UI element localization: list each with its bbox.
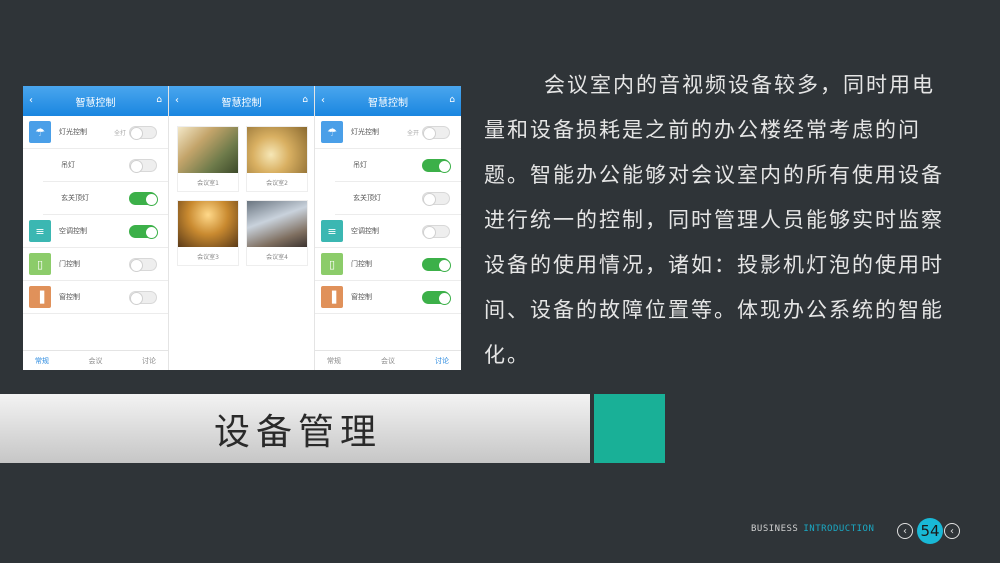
control-tag: 全打 xyxy=(113,129,126,137)
app-screenshots: ‹ 智慧控制 ⌂ ☂ 灯光控制 全打 吊灯 玄关顶灯 ≡ 空调控制 ▯ 门控制 ▐ 窗控制 常规 会议… xyxy=(23,86,461,370)
toggle-switch[interactable] xyxy=(129,257,157,272)
room-grid: 会议室1 会议室2 会议室3 会议室4 xyxy=(169,116,314,266)
door-icon: ▯ xyxy=(321,253,343,275)
control-row: ≡ 空调控制 xyxy=(23,215,168,248)
control-row: 玄关顶灯 xyxy=(335,182,461,215)
toggle-switch[interactable] xyxy=(422,158,451,173)
lamp-icon: ☂ xyxy=(321,121,343,143)
aircon-icon: ≡ xyxy=(29,220,51,242)
control-row: 吊灯 xyxy=(43,149,168,182)
prev-page-icon[interactable]: ‹ xyxy=(897,523,913,539)
description-paragraph: 会议室内的音视频设备较多，同时用电量和设备损耗是之前的办公楼经常考虑的问题。智能… xyxy=(484,73,944,367)
curtain-icon: ▐ xyxy=(321,286,343,308)
control-list: ☂ 灯光控制 全打 吊灯 玄关顶灯 ≡ 空调控制 ▯ 门控制 ▐ 窗控制 xyxy=(23,116,168,314)
tab-item[interactable]: 常规 xyxy=(327,356,341,366)
footer-word-business: BUSINESS xyxy=(751,524,799,534)
toggle-switch[interactable] xyxy=(129,224,158,239)
room-photo xyxy=(178,201,238,247)
home-icon[interactable]: ⌂ xyxy=(156,95,162,105)
room-card[interactable]: 会议室4 xyxy=(246,200,308,266)
accent-block xyxy=(594,394,665,463)
tab-item[interactable]: 常规 xyxy=(35,356,49,366)
room-caption: 会议室1 xyxy=(197,180,219,187)
control-row: ≡ 空调控制 xyxy=(315,215,461,248)
home-icon[interactable]: ⌂ xyxy=(302,95,308,105)
control-row: ☂ 灯光控制 全开 xyxy=(315,116,461,149)
tab-item[interactable]: 讨论 xyxy=(435,356,449,366)
control-row: ▐ 窗控制 xyxy=(315,281,461,314)
home-icon[interactable]: ⌂ xyxy=(449,95,455,105)
aircon-icon: ≡ xyxy=(321,220,343,242)
phone-screen-rooms: ‹ 智慧控制 ⌂ 会议室1 会议室2 会议室3 会议室4 xyxy=(169,86,315,370)
toggle-switch[interactable] xyxy=(422,191,450,206)
phone-header: ‹ 智慧控制 ⌂ xyxy=(23,86,168,116)
bottom-tabs: 常规 会议 讨论 xyxy=(315,350,461,370)
room-photo xyxy=(247,201,307,247)
room-card[interactable]: 会议室2 xyxy=(246,126,308,192)
control-row: 玄关顶灯 xyxy=(43,182,168,215)
phone-screen-controls-2: ‹ 智慧控制 ⌂ ☂ 灯光控制 全开 吊灯 玄关顶灯 ≡ 空调控制 ▯ 门控制 ▐ 窗控制 常规 会议… xyxy=(315,86,461,370)
section-title-band: 设备管理 xyxy=(0,394,590,463)
footer-word-introduction: INTRODUCTION xyxy=(803,524,875,534)
room-photo xyxy=(247,127,307,173)
room-photo xyxy=(178,127,238,173)
control-row: ▯ 门控制 xyxy=(23,248,168,281)
room-card[interactable]: 会议室3 xyxy=(177,200,239,266)
back-icon[interactable]: ‹ xyxy=(175,95,179,106)
phone-header: ‹ 智慧控制 ⌂ xyxy=(169,86,314,116)
page-navigation: ‹ 54 ‹ xyxy=(897,518,960,544)
control-list: ☂ 灯光控制 全开 吊灯 玄关顶灯 ≡ 空调控制 ▯ 门控制 ▐ 窗控制 xyxy=(315,116,461,314)
toggle-switch[interactable] xyxy=(422,257,451,272)
tab-item[interactable]: 会议 xyxy=(89,356,103,366)
toggle-switch[interactable] xyxy=(422,224,450,239)
section-title: 设备管理 xyxy=(213,411,382,453)
room-caption: 会议室4 xyxy=(266,254,288,261)
phone-title: 智慧控制 xyxy=(221,97,262,109)
toggle-switch[interactable] xyxy=(422,290,451,305)
control-tag: 全开 xyxy=(406,129,419,137)
lamp-icon: ☂ xyxy=(29,121,51,143)
room-caption: 会议室2 xyxy=(266,180,288,187)
toggle-switch[interactable] xyxy=(129,158,157,173)
phone-header: ‹ 智慧控制 ⌂ xyxy=(315,86,461,116)
next-page-icon[interactable]: ‹ xyxy=(944,523,960,539)
door-icon: ▯ xyxy=(29,253,51,275)
page-number: 54 xyxy=(917,518,943,544)
bottom-tabs: 常规 会议 讨论 xyxy=(23,350,168,370)
room-caption: 会议室3 xyxy=(197,254,219,261)
control-row: ☂ 灯光控制 全打 xyxy=(23,116,168,149)
back-icon[interactable]: ‹ xyxy=(321,95,325,106)
curtain-icon: ▐ xyxy=(29,286,51,308)
tab-item[interactable]: 讨论 xyxy=(142,356,156,366)
phone-screen-controls-1: ‹ 智慧控制 ⌂ ☂ 灯光控制 全打 吊灯 玄关顶灯 ≡ 空调控制 ▯ 门控制 ▐ 窗控制 常规 会议… xyxy=(23,86,169,370)
toggle-switch[interactable] xyxy=(422,125,450,140)
control-row: ▯ 门控制 xyxy=(315,248,461,281)
phone-title: 智慧控制 xyxy=(75,97,116,109)
room-card[interactable]: 会议室1 xyxy=(177,126,239,192)
toggle-switch[interactable] xyxy=(129,290,157,305)
footer-label: BUSINESS INTRODUCTION xyxy=(751,524,874,534)
toggle-switch[interactable] xyxy=(129,125,157,140)
phone-title: 智慧控制 xyxy=(368,97,408,109)
tab-item[interactable]: 会议 xyxy=(381,356,395,366)
toggle-switch[interactable] xyxy=(129,191,158,206)
control-row: ▐ 窗控制 xyxy=(23,281,168,314)
back-icon[interactable]: ‹ xyxy=(29,95,33,106)
control-row: 吊灯 xyxy=(335,149,461,182)
